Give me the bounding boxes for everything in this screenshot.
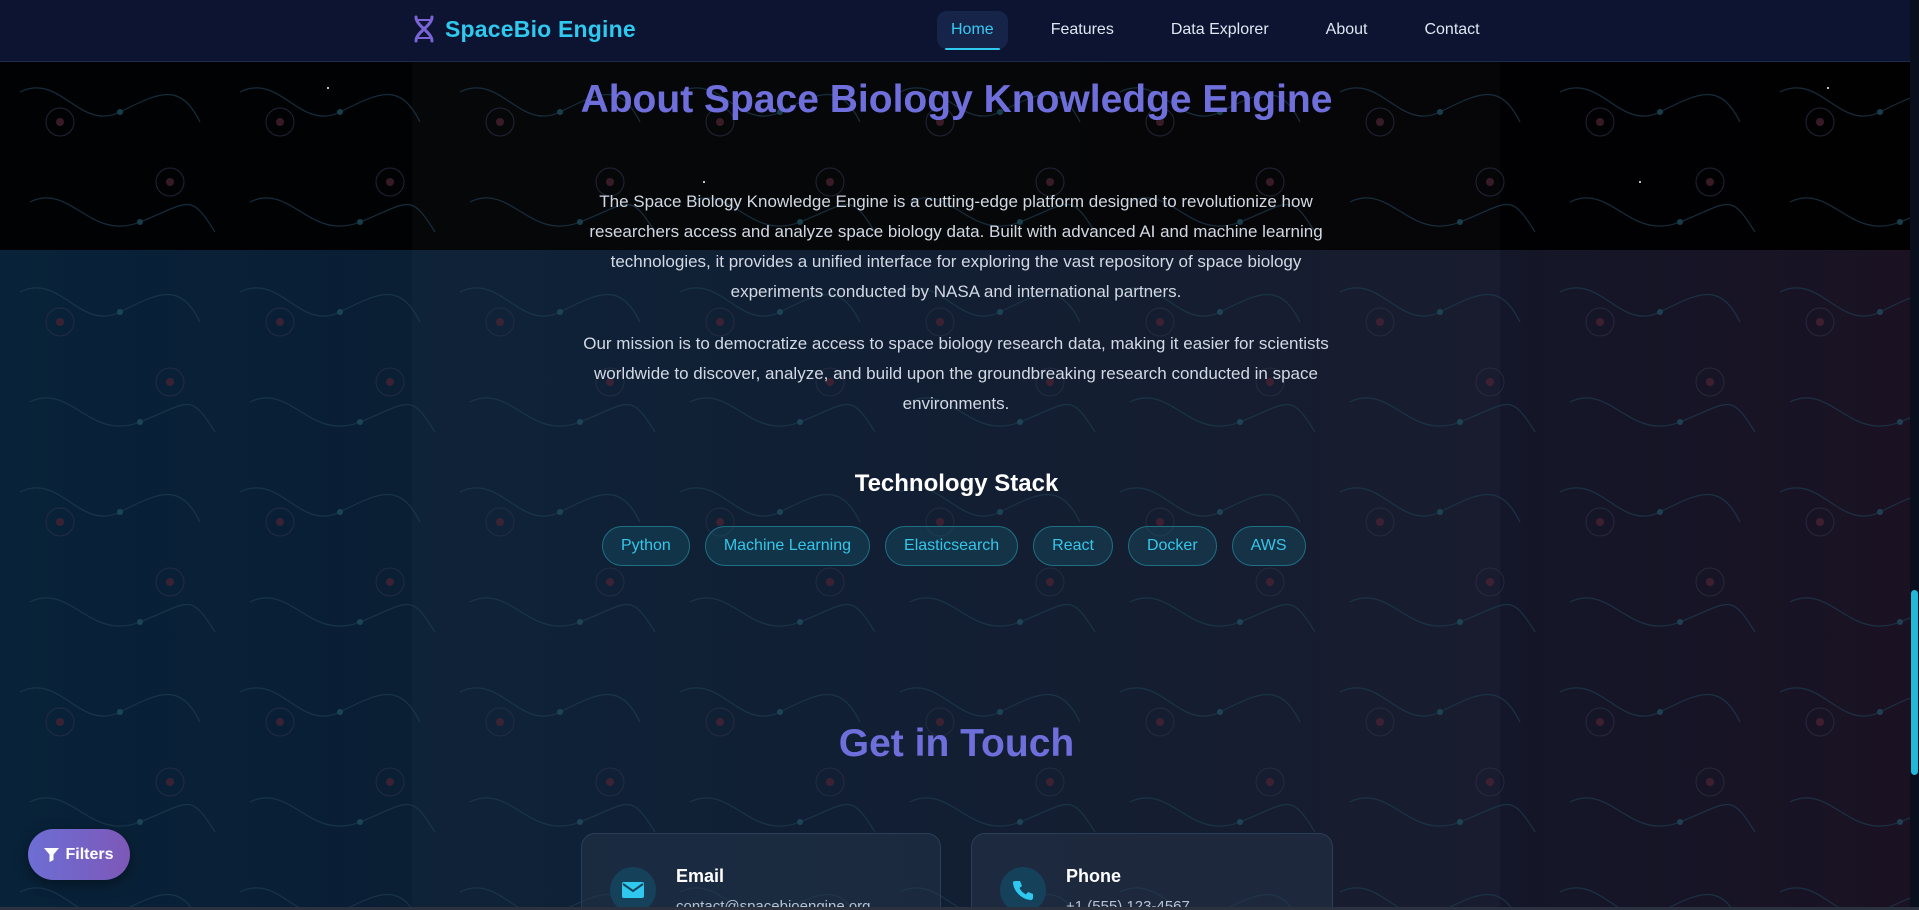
tech-tag-react: React: [1033, 526, 1113, 566]
about-paragraph-1: The Space Biology Knowledge Engine is a …: [589, 192, 1323, 301]
filters-label: Filters: [65, 845, 114, 863]
about-title: About Space Biology Knowledge Engine: [580, 78, 1333, 121]
phone-icon: [1000, 867, 1046, 910]
tech-stack-tags: Python Machine Learning Elasticsearch Re…: [602, 526, 1306, 566]
nav-links: Home Features Data Explorer About Contac…: [937, 11, 1523, 50]
phone-label: Phone: [1066, 866, 1122, 886]
tech-tag-python: Python: [602, 526, 690, 566]
nav-link-home[interactable]: Home: [937, 11, 1008, 50]
tech-tag-aws: AWS: [1231, 526, 1306, 566]
email-label: Email: [676, 866, 725, 886]
nav-link-about[interactable]: About: [1312, 11, 1382, 49]
about-paragraph-2: Our mission is to democratize access to …: [583, 334, 1329, 413]
envelope-icon: [610, 867, 656, 910]
tech-tag-docker: Docker: [1127, 526, 1217, 566]
phone-card[interactable]: Phone +1 (555) 123-4567: [971, 833, 1333, 910]
nav-link-contact[interactable]: Contact: [1410, 11, 1493, 49]
filters-button[interactable]: Filters: [28, 829, 130, 880]
top-navbar: SpaceBio Engine Home Features Data Explo…: [0, 0, 1919, 62]
dna-icon: [411, 14, 437, 44]
nav-link-data-explorer[interactable]: Data Explorer: [1157, 11, 1283, 49]
brand[interactable]: SpaceBio Engine: [411, 14, 636, 44]
tech-tag-elasticsearch: Elasticsearch: [885, 526, 1019, 566]
filter-icon: [44, 847, 60, 862]
contact-title: Get in Touch: [838, 722, 1075, 765]
nav-link-features[interactable]: Features: [1037, 11, 1128, 49]
brand-name: SpaceBio Engine: [445, 15, 636, 42]
email-card[interactable]: Email contact@spacebioengine.org: [581, 833, 941, 910]
scrollbar-thumb[interactable]: [1911, 590, 1918, 775]
tech-stack-title: Technology Stack: [854, 470, 1059, 497]
tech-tag-machine-learning: Machine Learning: [704, 526, 871, 566]
main-content: About Space Biology Knowledge Engine The…: [0, 0, 1919, 910]
